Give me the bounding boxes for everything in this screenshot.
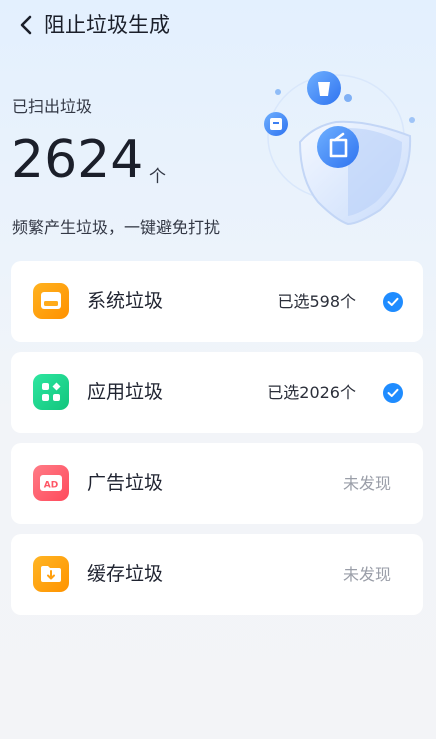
header-bar: 阻止垃圾生成 [0, 0, 436, 50]
category-status: 已选598个 [277, 292, 356, 311]
category-card-system-junk[interactable]: 系统垃圾 已选598个 [11, 261, 423, 342]
ad-junk-icon: AD [33, 465, 69, 501]
cache-junk-icon [33, 556, 69, 592]
category-status: 已选2026个 [267, 383, 356, 402]
category-label: 应用垃圾 [87, 381, 164, 403]
junk-count: 2624 [11, 130, 144, 190]
category-status: 未发现 [342, 565, 391, 584]
shield-illustration [264, 71, 415, 226]
svg-text:AD: AD [44, 481, 58, 491]
category-label: 系统垃圾 [87, 290, 164, 312]
selected-check-icon[interactable] [383, 292, 403, 312]
count-unit: 个 [149, 167, 166, 187]
category-label: 缓存垃圾 [87, 563, 164, 585]
page-title: 阻止垃圾生成 [44, 13, 170, 37]
back-button[interactable] [12, 10, 40, 40]
selected-check-icon[interactable] [383, 383, 403, 403]
category-card-cache-junk[interactable]: 缓存垃圾 未发现 [11, 534, 423, 615]
description-text: 频繁产生垃圾，一键避免打扰 [12, 218, 221, 237]
category-card-ad-junk[interactable]: AD 广告垃圾 未发现 [11, 443, 423, 524]
category-label: 广告垃圾 [87, 472, 164, 494]
back-arrow-icon [20, 15, 32, 35]
category-status: 未发现 [342, 474, 391, 493]
app-junk-icon [33, 374, 69, 410]
scanned-label: 已扫出垃圾 [12, 97, 93, 116]
category-card-app-junk[interactable]: 应用垃圾 已选2026个 [11, 352, 423, 433]
system-junk-icon [33, 283, 69, 319]
